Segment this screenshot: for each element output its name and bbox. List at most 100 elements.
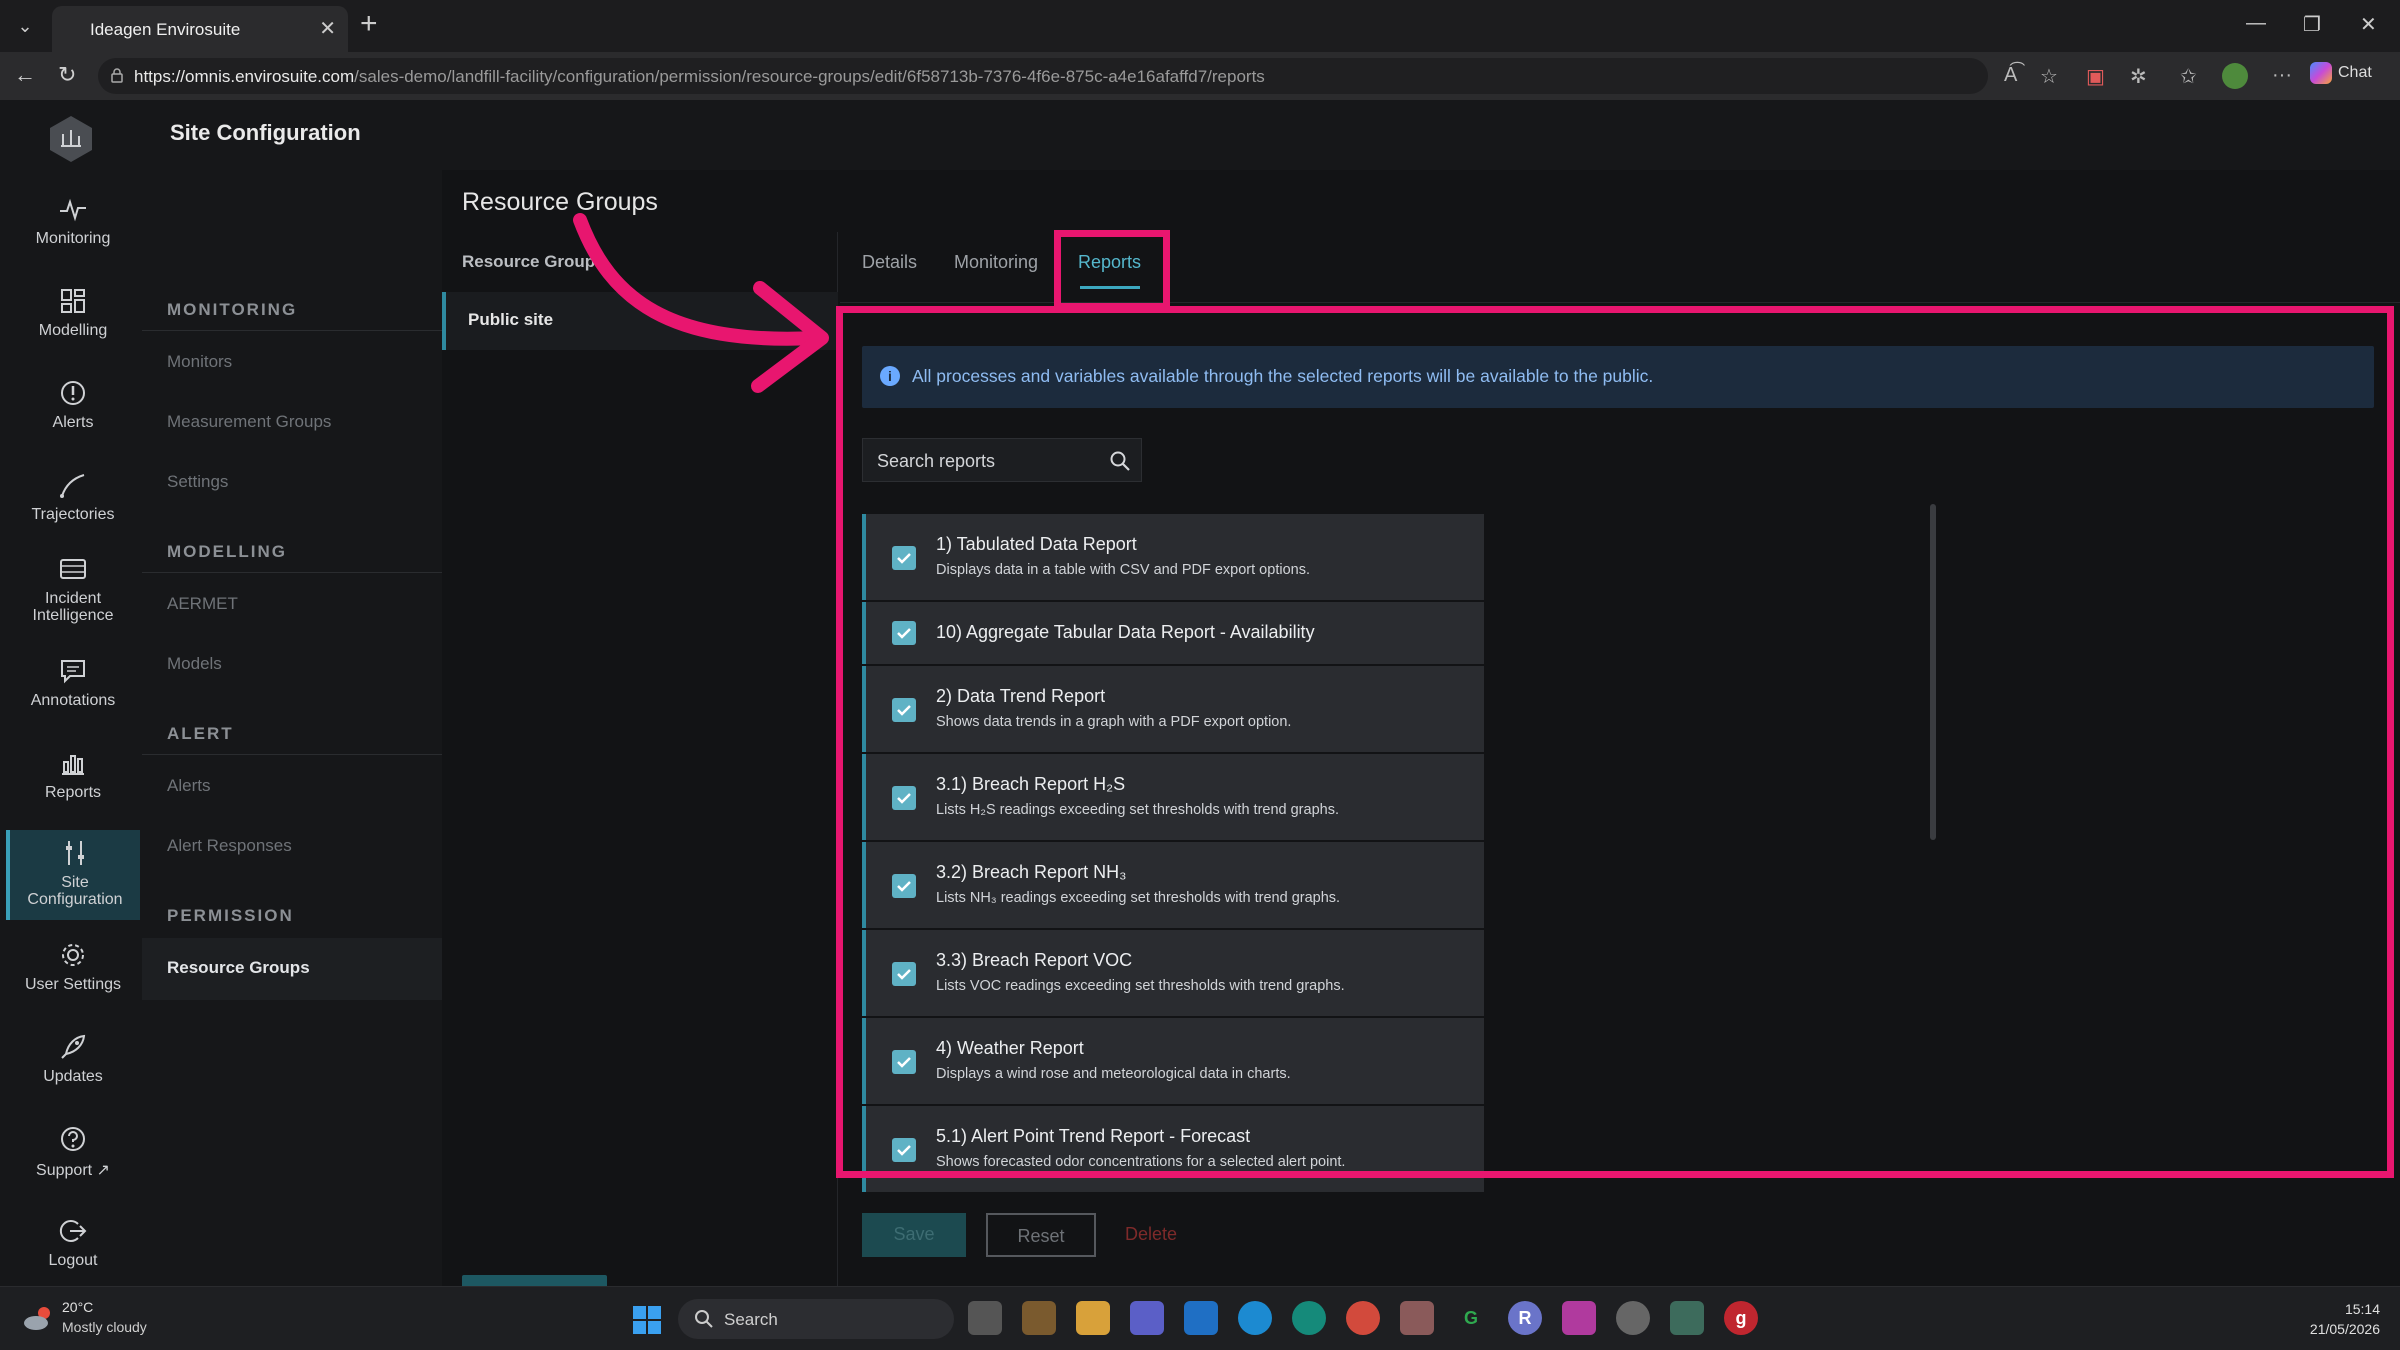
nav-annotations[interactable]: Annotations bbox=[6, 656, 140, 710]
app-icon[interactable] bbox=[1616, 1301, 1650, 1335]
nav-trajectories[interactable]: Trajectories bbox=[6, 470, 140, 524]
task-view-icon[interactable] bbox=[968, 1301, 1002, 1335]
nav-monitoring[interactable]: Monitoring bbox=[6, 194, 140, 248]
check-icon bbox=[897, 628, 911, 639]
report-row[interactable]: 4) Weather Report Displays a wind rose a… bbox=[862, 1018, 1484, 1104]
nav-alerts[interactable]: Alerts bbox=[6, 378, 140, 432]
grammarly-icon[interactable]: G bbox=[1454, 1301, 1488, 1335]
report-title: 3.2) Breach Report NH₃ bbox=[936, 862, 1127, 882]
tab-details[interactable]: Details bbox=[862, 252, 917, 273]
store-icon[interactable] bbox=[1022, 1301, 1056, 1335]
chrome-icon[interactable] bbox=[1346, 1301, 1380, 1335]
copilot-chat-button[interactable]: Chat bbox=[2310, 62, 2372, 84]
url-text: https://omnis.envirosuite.com/sales-demo… bbox=[134, 67, 1265, 86]
favorites-icon[interactable]: ✩ bbox=[2180, 64, 2197, 89]
submenu-item-alert-responses[interactable]: Alert Responses bbox=[167, 836, 292, 856]
app-logo-icon[interactable] bbox=[48, 114, 94, 164]
report-row[interactable]: 3.2) Breach Report NH₃ Lists NH₃ reading… bbox=[862, 842, 1484, 928]
report-checkbox[interactable] bbox=[892, 546, 916, 570]
save-button[interactable]: Save bbox=[862, 1213, 966, 1257]
weather-condition: Mostly cloudy bbox=[62, 1319, 147, 1335]
system-clock[interactable]: 15:14 21/05/2026 bbox=[2280, 1299, 2380, 1339]
search-icon[interactable] bbox=[1109, 450, 1131, 472]
windows-start-icon[interactable] bbox=[632, 1305, 662, 1335]
search-reports-field[interactable] bbox=[862, 438, 1142, 482]
report-list-scrollbar[interactable] bbox=[1930, 504, 1936, 840]
outlook-icon[interactable] bbox=[1184, 1301, 1218, 1335]
tab-reports[interactable]: Reports bbox=[1078, 252, 1141, 273]
report-checkbox[interactable] bbox=[892, 962, 916, 986]
report-row[interactable]: 3.3) Breach Report VOC Lists VOC reading… bbox=[862, 930, 1484, 1016]
minimize-icon[interactable]: — bbox=[2246, 12, 2266, 35]
cloudy-weather-icon bbox=[24, 1307, 50, 1330]
submenu-item-aermet[interactable]: AERMET bbox=[167, 594, 238, 614]
nav-reports[interactable]: Reports bbox=[6, 748, 140, 802]
restore-icon[interactable]: ❐ bbox=[2303, 12, 2321, 37]
profile-avatar[interactable] bbox=[2222, 63, 2248, 89]
more-menu-icon[interactable]: ··· bbox=[2272, 64, 2292, 87]
taskbar-search-label: Search bbox=[724, 1310, 778, 1329]
report-checkbox[interactable] bbox=[892, 874, 916, 898]
tab-list-button[interactable]: ⌄ bbox=[8, 10, 42, 42]
reset-button[interactable]: Reset bbox=[986, 1213, 1096, 1257]
report-row[interactable]: 1) Tabulated Data Report Displays data i… bbox=[862, 514, 1484, 600]
report-checkbox[interactable] bbox=[892, 698, 916, 722]
close-tab-icon[interactable]: ✕ bbox=[319, 16, 336, 41]
refresh-icon[interactable]: ↻ bbox=[58, 62, 76, 88]
teams-icon[interactable] bbox=[1130, 1301, 1164, 1335]
back-icon[interactable]: ← bbox=[14, 62, 36, 88]
new-tab-button[interactable]: + bbox=[360, 8, 378, 40]
tab-title: Ideagen Envirosuite bbox=[90, 20, 241, 39]
submenu-item-monitors[interactable]: Monitors bbox=[167, 352, 232, 372]
submenu-item-resource-groups[interactable]: Resource Groups bbox=[167, 958, 310, 978]
trajectory-icon bbox=[60, 474, 85, 498]
url-field[interactable]: https://omnis.envirosuite.com/sales-demo… bbox=[98, 58, 1988, 94]
nav-user-settings[interactable]: User Settings bbox=[6, 940, 140, 994]
report-description: Displays data in a table with CSV and PD… bbox=[936, 562, 1310, 578]
read-aloud-icon[interactable]: A͡ bbox=[2004, 64, 2017, 87]
report-checkbox[interactable] bbox=[892, 1138, 916, 1162]
nav-site-configuration[interactable]: Site Configuration bbox=[6, 830, 140, 920]
calculator-icon[interactable] bbox=[1670, 1301, 1704, 1335]
puzzle-extensions-icon[interactable]: ✲ bbox=[2130, 64, 2147, 89]
submenu-item-settings[interactable]: Settings bbox=[167, 472, 228, 492]
nav-incident-intelligence[interactable]: Incident Intelligence bbox=[6, 554, 140, 625]
search-input[interactable] bbox=[877, 449, 1097, 473]
nav-modelling[interactable]: Modelling bbox=[6, 286, 140, 340]
report-checkbox[interactable] bbox=[892, 621, 916, 645]
search-icon bbox=[695, 1310, 713, 1328]
g-app-icon[interactable]: g bbox=[1724, 1301, 1758, 1335]
report-title: 2) Data Trend Report bbox=[936, 686, 1106, 706]
extension-icon[interactable]: ▣ bbox=[2086, 64, 2105, 89]
favorite-star-icon[interactable]: ☆ bbox=[2040, 64, 2058, 89]
taskbar-search[interactable]: Search bbox=[678, 1299, 954, 1339]
tab-monitoring[interactable]: Monitoring bbox=[954, 252, 1038, 273]
report-row[interactable]: 5.1) Alert Point Trend Report - Forecast… bbox=[862, 1106, 1484, 1192]
annotation-icon bbox=[61, 660, 85, 684]
report-row[interactable]: 2) Data Trend Report Shows data trends i… bbox=[862, 666, 1484, 752]
submenu-heading-modelling: MODELLING bbox=[167, 542, 287, 561]
report-row[interactable]: 3.1) Breach Report H₂S Lists H₂S reading… bbox=[862, 754, 1484, 840]
report-row[interactable]: 10) Aggregate Tabular Data Report - Avai… bbox=[862, 602, 1484, 664]
incident-icon bbox=[60, 559, 86, 579]
file-explorer-icon[interactable] bbox=[1076, 1301, 1110, 1335]
nav-updates[interactable]: Updates bbox=[6, 1032, 140, 1086]
submenu-item-models[interactable]: Models bbox=[167, 654, 222, 674]
nav-logout[interactable]: Logout bbox=[6, 1216, 140, 1270]
delete-button[interactable]: Delete bbox=[1116, 1213, 1186, 1257]
m365-icon[interactable] bbox=[1562, 1301, 1596, 1335]
close-window-icon[interactable]: ✕ bbox=[2360, 12, 2377, 37]
resource-group-item[interactable]: Public site bbox=[442, 292, 838, 350]
modelling-icon bbox=[61, 289, 85, 313]
edge-icon[interactable] bbox=[1238, 1301, 1272, 1335]
submenu-item-measurement-groups[interactable]: Measurement Groups bbox=[167, 412, 331, 432]
report-checkbox[interactable] bbox=[892, 786, 916, 810]
snipping-tool-icon[interactable] bbox=[1400, 1301, 1434, 1335]
resource-group-list: Resource Group Public site Create New bbox=[442, 232, 838, 1319]
nav-support[interactable]: Support ↗ bbox=[6, 1124, 140, 1180]
browser-tab[interactable]: Ideagen Envirosuite ✕ bbox=[52, 6, 348, 52]
r-app-icon[interactable]: R bbox=[1508, 1301, 1542, 1335]
edge-beta-icon[interactable] bbox=[1292, 1301, 1326, 1335]
report-checkbox[interactable] bbox=[892, 1050, 916, 1074]
submenu-item-alerts[interactable]: Alerts bbox=[167, 776, 210, 796]
